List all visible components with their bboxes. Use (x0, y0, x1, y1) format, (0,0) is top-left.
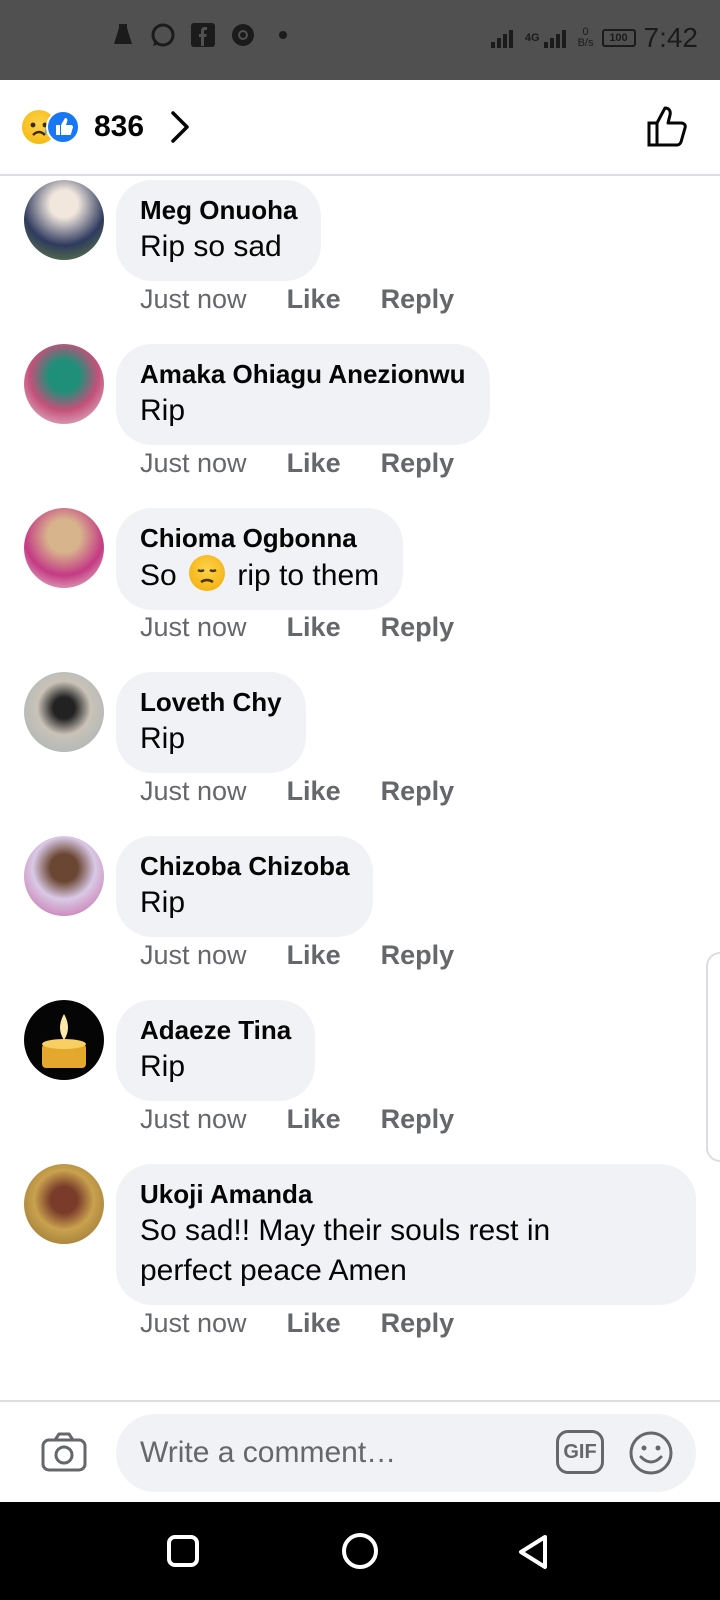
avatar[interactable] (24, 508, 104, 588)
avatar[interactable] (24, 180, 104, 260)
reply-button[interactable]: Reply (381, 776, 455, 807)
status-right: 4G 0 B/s 100 7:42 (489, 22, 698, 54)
comment-time: Just now (140, 284, 247, 314)
comment-bubble[interactable]: Chioma Ogbonna So rip to them (116, 508, 404, 610)
like-button[interactable]: Like (287, 284, 341, 315)
comment-text: Rip (140, 722, 186, 755)
dot-icon (279, 31, 287, 39)
net-speed: 0 B/s (578, 27, 594, 49)
signal-icon (490, 30, 513, 48)
comments-sheet: 836 Meg Onuoha Rip so sad Just now Like … (0, 80, 720, 1502)
like-post-icon[interactable] (646, 104, 690, 148)
comment-time: Just now (140, 1308, 247, 1338)
comment-text-end: rip to them (237, 559, 380, 592)
avatar[interactable] (24, 1000, 104, 1080)
person-icon (114, 24, 132, 44)
reply-button[interactable]: Reply (381, 284, 455, 315)
reaction-count: 836 (94, 110, 145, 143)
signal-icon-2 (543, 30, 566, 48)
comment-input[interactable] (116, 1414, 696, 1492)
net-speed-unit: B/s (577, 37, 594, 49)
camera-icon[interactable] (40, 1430, 88, 1474)
comment-actions: Just now Like Reply (140, 1104, 454, 1135)
comment-text-line-1: So sad!! May their souls rest in (140, 1214, 551, 1247)
comment-author[interactable]: Loveth Chy (140, 685, 282, 719)
comment-time: Just now (140, 612, 247, 642)
comment-composer: GIF (0, 1400, 720, 1502)
comment-actions: Just now Like Reply (140, 940, 454, 971)
avatar[interactable] (24, 344, 104, 424)
comment-author[interactable]: Chizoba Chizoba (140, 849, 349, 883)
comment-bubble[interactable]: Adaeze Tina Rip (116, 1000, 316, 1101)
status-time: 7:42 (643, 22, 699, 53)
comment-actions: Just now Like Reply (140, 612, 454, 643)
comment-time: Just now (140, 940, 247, 970)
emoji-icon[interactable] (628, 1430, 674, 1476)
comment-text: So rip to them (140, 555, 379, 596)
comment-text-line-2: perfect peace Amen (140, 1254, 407, 1287)
like-reaction-icon (46, 110, 80, 144)
side-panel-handle[interactable] (706, 952, 720, 1162)
comment-actions: Just now Like Reply (140, 448, 454, 479)
like-button[interactable]: Like (287, 1104, 341, 1135)
status-bar: 4G 0 B/s 100 7:42 (0, 0, 720, 80)
chevron-right-icon[interactable] (168, 110, 192, 144)
comment-bubble[interactable]: Loveth Chy Rip (116, 672, 306, 773)
comment-time: Just now (140, 448, 247, 478)
comment-actions: Just now Like Reply (140, 776, 454, 807)
reply-button[interactable]: Reply (381, 1308, 455, 1339)
like-button[interactable]: Like (287, 940, 341, 971)
home-icon[interactable] (341, 1532, 379, 1570)
like-button[interactable]: Like (287, 1308, 341, 1339)
comment-time: Just now (140, 776, 247, 806)
chrome-icon (232, 24, 254, 46)
comment-actions: Just now Like Reply (140, 284, 454, 315)
avatar[interactable] (24, 836, 104, 916)
notification-icons (110, 22, 296, 48)
back-icon[interactable] (516, 1534, 550, 1570)
gif-button[interactable]: GIF (556, 1430, 604, 1474)
facebook-icon (191, 23, 215, 47)
comment-text: Rip so sad (140, 230, 282, 263)
comment-text: Rip (140, 394, 186, 427)
comment-bubble[interactable]: Chizoba Chizoba Rip (116, 836, 374, 937)
comment-bubble[interactable]: Meg Onuoha Rip so sad (116, 180, 322, 281)
comment-text-start: So (140, 559, 177, 592)
recent-apps-icon[interactable] (166, 1534, 200, 1568)
reply-button[interactable]: Reply (381, 940, 455, 971)
like-button[interactable]: Like (287, 776, 341, 807)
avatar[interactable] (24, 1164, 104, 1244)
comment-author[interactable]: Amaka Ohiagu Anezionwu (140, 357, 466, 391)
comment-author[interactable]: Chioma Ogbonna (140, 521, 379, 555)
comment-text: Rip (140, 886, 186, 919)
comment-text: Rip (140, 1050, 186, 1083)
battery-icon: 100 (601, 29, 636, 47)
comment-bubble[interactable]: Ukoji Amanda So sad!! May their souls re… (116, 1164, 696, 1305)
avatar[interactable] (24, 672, 104, 752)
reactions-header[interactable]: 836 (0, 80, 720, 176)
reaction-icons (22, 110, 88, 144)
like-button[interactable]: Like (287, 448, 341, 479)
like-button[interactable]: Like (287, 612, 341, 643)
comment-author[interactable]: Ukoji Amanda (140, 1177, 672, 1211)
comment-bubble[interactable]: Amaka Ohiagu Anezionwu Rip (116, 344, 490, 445)
pensive-face-icon (189, 555, 226, 591)
reply-button[interactable]: Reply (381, 612, 455, 643)
reply-button[interactable]: Reply (381, 448, 455, 479)
system-nav-bar (0, 1502, 720, 1600)
comment-author[interactable]: Adaeze Tina (140, 1013, 291, 1047)
comment-actions: Just now Like Reply (140, 1308, 454, 1339)
comment-author[interactable]: Meg Onuoha (140, 193, 297, 227)
reply-button[interactable]: Reply (381, 1104, 455, 1135)
comment-time: Just now (140, 1104, 247, 1134)
candle-icon (42, 1014, 86, 1068)
whatsapp-icon (151, 23, 175, 47)
network-type: 4G (524, 32, 540, 44)
